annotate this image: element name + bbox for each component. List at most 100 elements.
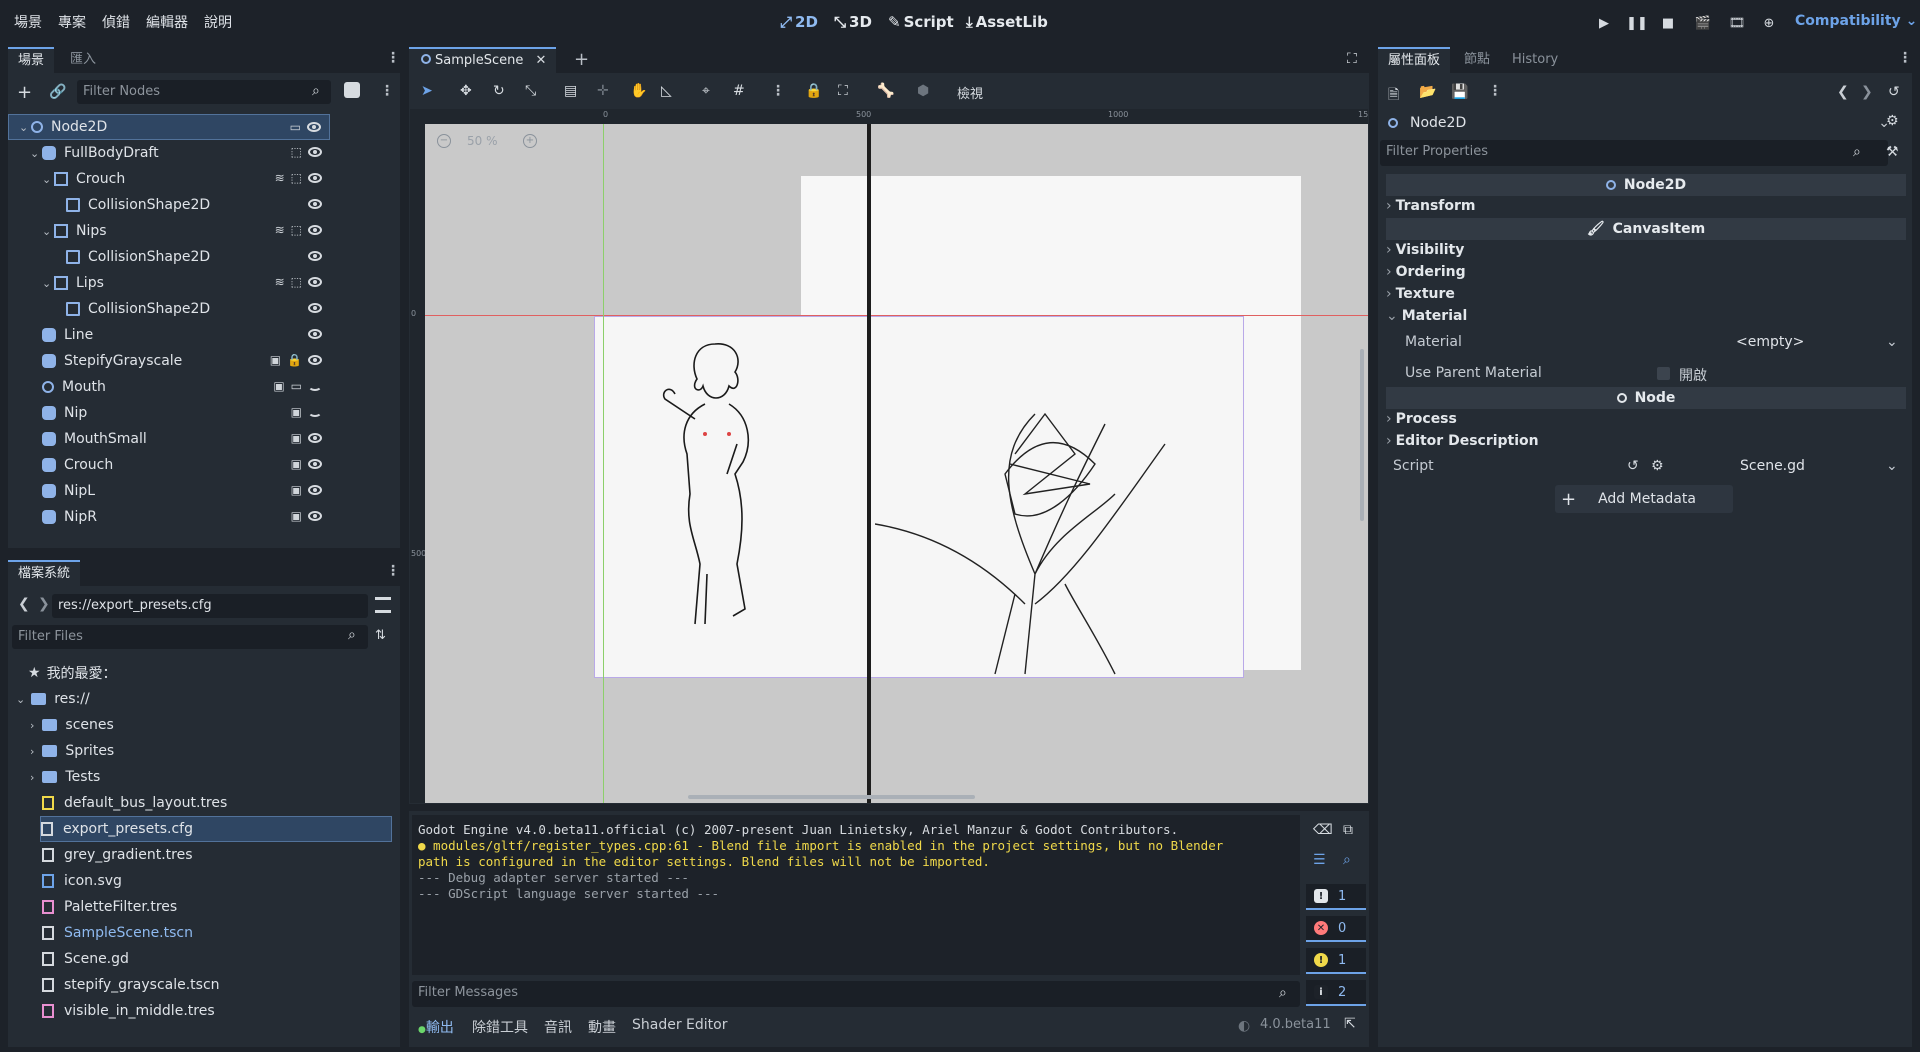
visibility-eye-icon[interactable]: [308, 459, 322, 469]
pause-button[interactable]: ❚❚: [1626, 12, 1648, 34]
group-icon[interactable]: ⬚: [291, 171, 302, 185]
ruler-tool-icon[interactable]: ◺: [661, 83, 672, 99]
stop-button[interactable]: ■: [1657, 12, 1679, 34]
rotate-tool-icon[interactable]: ↻: [493, 83, 505, 99]
tab-filesystem[interactable]: 檔案系統: [8, 560, 81, 586]
scene-tree-row[interactable]: Nip ▣: [8, 400, 330, 426]
tab-sample-scene[interactable]: SampleScene ✕: [409, 47, 557, 73]
menu-help[interactable]: 說明: [204, 12, 232, 32]
mode-3d-button[interactable]: ⤡ 3D: [834, 13, 872, 31]
copy-output-icon[interactable]: ⧉: [1343, 822, 1353, 838]
inspector-menu-icon[interactable]: ⋮: [1898, 51, 1912, 65]
scene-tree-row[interactable]: NipR ▣: [8, 504, 330, 530]
script-icon[interactable]: ▭: [291, 379, 302, 393]
visibility-eye-icon[interactable]: [308, 251, 322, 261]
script-icon[interactable]: ▭: [290, 120, 301, 134]
object-history-icon[interactable]: ↺: [1888, 84, 1900, 100]
mode-2d-button[interactable]: ⤢ 2D: [780, 13, 818, 31]
scene-tree-row[interactable]: ⌄ Node2D ▭: [8, 114, 330, 140]
file-row[interactable]: SampleScene.tscn: [8, 920, 392, 946]
bottom-tab-audio[interactable]: 音訊: [544, 1017, 572, 1037]
pan-tool-icon[interactable]: ✋: [630, 83, 647, 99]
play-custom-scene-button[interactable]: 🎞: [1726, 12, 1748, 34]
select-tool-icon[interactable]: ➤: [421, 83, 433, 99]
property-options-icon[interactable]: ⚒: [1886, 144, 1899, 160]
file-row[interactable]: export_presets.cfg: [40, 816, 392, 842]
camera-icon[interactable]: ⬢: [917, 83, 929, 99]
res-root-row[interactable]: ⌄ res://: [8, 686, 392, 712]
warning-count-toggle[interactable]: ! 1: [1306, 948, 1366, 974]
add-metadata-button[interactable]: + Add Metadata: [1555, 485, 1733, 513]
renderer-select[interactable]: Compatibility ⌄: [1795, 13, 1917, 29]
scene-tree-menu-icon[interactable]: ⋮: [380, 84, 394, 98]
scene-tree-row[interactable]: CollisionShape2D: [8, 244, 330, 270]
snap-options-icon[interactable]: ⋮: [771, 84, 785, 98]
visibility-eye-icon[interactable]: [308, 199, 322, 209]
scene-dock-menu-icon[interactable]: ⋮: [386, 51, 400, 65]
group-transform[interactable]: › Transform: [1386, 198, 1475, 214]
doc-help-icon[interactable]: ⚙: [1886, 113, 1899, 129]
sort-icon[interactable]: ⇅: [375, 628, 386, 643]
scene-tree-row[interactable]: ⌄ Lips ≋ ⬚: [8, 270, 330, 296]
zoom-level[interactable]: 50 %: [467, 134, 498, 148]
move-tool-icon[interactable]: ✥: [460, 83, 472, 99]
save-resource-icon[interactable]: 💾: [1451, 84, 1468, 100]
group-editor-description[interactable]: › Editor Description: [1386, 433, 1539, 449]
clapper-icon[interactable]: ▣: [291, 483, 302, 497]
filter-nodes-input[interactable]: Filter Nodes: [77, 80, 331, 104]
folder-row[interactable]: › scenes: [8, 712, 392, 738]
lock-icon[interactable]: 🔒: [287, 353, 302, 367]
bottom-tab-animation[interactable]: 動畫: [588, 1017, 616, 1037]
chevron-down-icon[interactable]: ⌄: [42, 173, 54, 186]
close-icon[interactable]: ✕: [536, 53, 547, 68]
visibility-eye-icon[interactable]: [308, 485, 322, 495]
visibility-hidden-icon[interactable]: [308, 381, 322, 391]
zoom-in-button[interactable]: +: [523, 134, 537, 148]
signal-icon[interactable]: ≋: [275, 275, 285, 289]
script-revert-icon[interactable]: ↺: [1627, 458, 1639, 474]
file-row[interactable]: visible_in_middle.tres: [8, 998, 392, 1024]
visibility-eye-icon[interactable]: [308, 225, 322, 235]
scene-tree-row[interactable]: MouthSmall ▣: [8, 426, 330, 452]
pivot-tool-icon[interactable]: ✛: [597, 83, 609, 99]
folder-row[interactable]: › Sprites: [8, 738, 392, 764]
group-process[interactable]: › Process: [1386, 411, 1457, 427]
scene-tree-row[interactable]: ⌄ Nips ≋ ⬚: [8, 218, 330, 244]
menu-debug[interactable]: 偵錯: [102, 12, 130, 32]
visibility-eye-icon[interactable]: [308, 147, 322, 157]
visibility-eye-icon[interactable]: [308, 355, 322, 365]
chevron-down-icon[interactable]: ⌄: [1886, 334, 1898, 350]
group-icon[interactable]: ⬚: [291, 223, 302, 237]
bottom-tab-debugger[interactable]: 除錯工具: [472, 1017, 528, 1037]
file-row[interactable]: grey_gradient.tres: [8, 842, 392, 868]
scene-tree-row[interactable]: CollisionShape2D: [8, 192, 330, 218]
clapper-icon[interactable]: ▣: [270, 353, 281, 367]
open-resource-icon[interactable]: 📂: [1419, 84, 1436, 100]
error-count-toggle[interactable]: ✕ 0: [1306, 916, 1366, 942]
visibility-eye-icon[interactable]: [308, 433, 322, 443]
group-ordering[interactable]: › Ordering: [1386, 264, 1466, 280]
scene-tree-row[interactable]: CollisionShape2D: [8, 296, 330, 322]
vertical-scrollbar[interactable]: [1360, 349, 1364, 521]
play-button[interactable]: ▶: [1593, 12, 1615, 34]
forward-icon[interactable]: ❯: [38, 596, 50, 612]
movie-maker-button[interactable]: ⊕: [1758, 12, 1780, 34]
expand-bottom-panel-icon[interactable]: ⇱: [1344, 1016, 1356, 1032]
use-parent-material-checkbox[interactable]: [1657, 367, 1670, 380]
bottom-tab-shader-editor[interactable]: Shader Editor: [632, 1017, 727, 1033]
selectable-nodes-icon[interactable]: ▤: [564, 83, 577, 99]
chevron-down-icon[interactable]: ⌄: [42, 277, 54, 290]
node-path-selector[interactable]: Node2D ⌄: [1384, 112, 1890, 134]
visibility-eye-icon[interactable]: [308, 173, 322, 183]
path-field[interactable]: res://export_presets.cfg: [52, 594, 368, 618]
script-value[interactable]: Scene.gd: [1740, 458, 1805, 474]
filesystem-menu-icon[interactable]: ⋮: [386, 564, 400, 578]
clapper-icon[interactable]: ▣: [291, 431, 302, 445]
scene-tree-row[interactable]: NipL ▣: [8, 478, 330, 504]
back-icon[interactable]: ❮: [18, 596, 30, 612]
chevron-down-icon[interactable]: ⌄: [42, 225, 54, 238]
skeleton-icon[interactable]: 🦴: [877, 83, 894, 99]
mode-script-button[interactable]: ✎ Script: [888, 13, 954, 31]
visibility-eye-icon[interactable]: [307, 122, 321, 132]
scene-tree-row[interactable]: Mouth ▣ ▭: [8, 374, 330, 400]
